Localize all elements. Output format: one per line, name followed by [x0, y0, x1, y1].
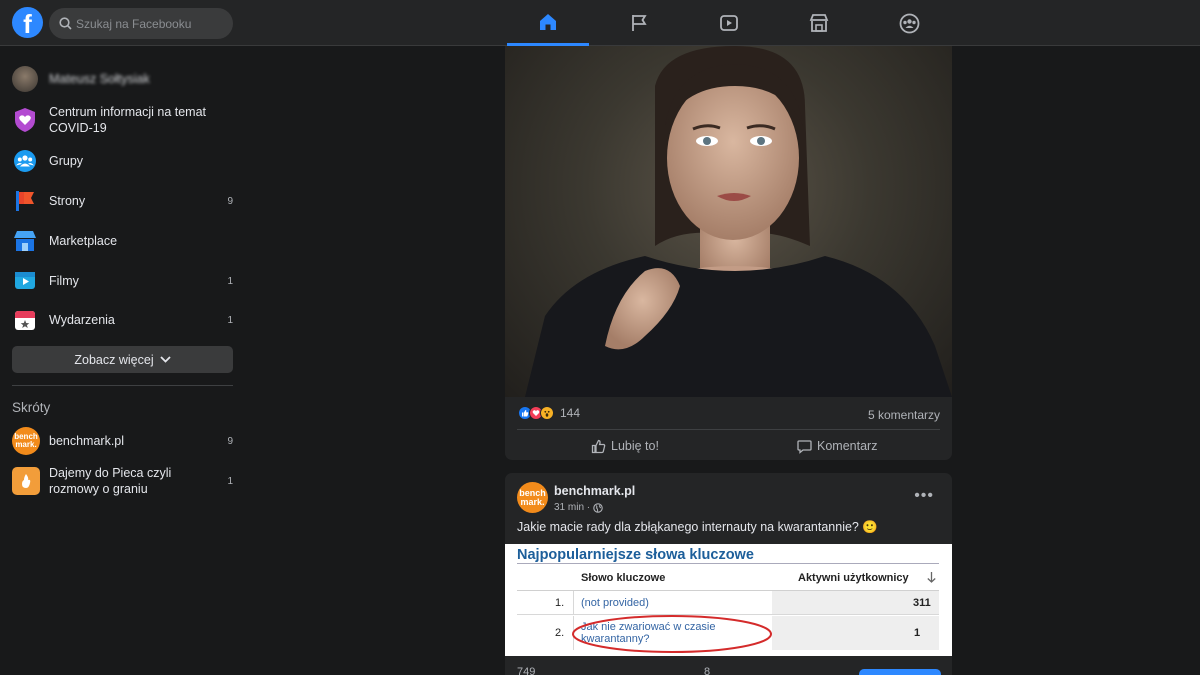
- shortcut-label: Dajemy do Pieca czyli rozmowy o graniu: [49, 466, 172, 496]
- sidebar-item-groups[interactable]: Grupy: [12, 148, 234, 174]
- globe-icon: [593, 502, 603, 513]
- table-row: 1. (not provided) 311: [517, 591, 939, 615]
- video-icon: [12, 268, 38, 294]
- flag-icon: [632, 15, 647, 31]
- notification-count: 1: [227, 275, 233, 287]
- divider: [517, 563, 939, 564]
- divider: [517, 429, 940, 430]
- post-author[interactable]: benchmark.pl: [554, 484, 635, 498]
- thumbs-up-icon: [591, 439, 606, 453]
- like-label: Lubię to!: [611, 439, 659, 453]
- comment-icon: [797, 439, 812, 454]
- marketplace-icon: [809, 14, 829, 32]
- groups-icon: [899, 13, 919, 33]
- watch-icon: [720, 15, 738, 31]
- comments-count-link[interactable]: 5 komentarzy: [868, 408, 940, 422]
- post-image-table[interactable]: Najpopularniejsze słowa kluczowe Słowo k…: [505, 544, 952, 656]
- reaction-count: 144: [560, 406, 581, 420]
- sidebar-item-label: Centrum informacji na temat COVID-19: [49, 105, 207, 135]
- notification-count: 9: [227, 435, 233, 447]
- top-navigation-bar: f: [0, 0, 1200, 46]
- avatar[interactable]: bench mark.: [517, 482, 548, 513]
- sidebar-item-profile[interactable]: Mateusz Sołtysiak: [12, 66, 234, 92]
- table-header: Słowo kluczowe Aktywni użytkownicy: [517, 565, 939, 591]
- row-number: 2.: [555, 627, 565, 639]
- profile-name: Mateusz Sołtysiak: [49, 72, 150, 86]
- sidebar-item-events[interactable]: Wydarzenia 1: [12, 307, 234, 333]
- table-title: Najpopularniejsze słowa kluczowe: [517, 547, 754, 563]
- sort-down-arrow-icon: [927, 565, 936, 590]
- notification-count: 1: [227, 314, 233, 326]
- shortcut-label: benchmark.pl: [49, 434, 125, 448]
- post-time[interactable]: 31 min ·: [554, 502, 590, 513]
- dajemy-do-pieca-avatar: [12, 467, 40, 495]
- calendar-icon: [12, 307, 38, 333]
- sidebar-item-videos[interactable]: Filmy 1: [12, 268, 234, 294]
- like-button[interactable]: Lubię to!: [591, 434, 659, 458]
- search-box[interactable]: [49, 8, 233, 39]
- tab-pages[interactable]: [598, 0, 680, 46]
- sidebar-item-label: Filmy: [49, 274, 79, 288]
- divider: [12, 385, 233, 386]
- users-value: 1: [914, 627, 921, 639]
- sidebar-item-label: Marketplace: [49, 234, 118, 248]
- footer-comment-count: 8: [704, 666, 711, 675]
- tab-watch[interactable]: [688, 0, 770, 46]
- row-number: 1.: [555, 596, 565, 609]
- wow-reaction-icon: [540, 406, 554, 420]
- users-value: 311: [913, 596, 931, 609]
- tab-home[interactable]: [507, 0, 589, 46]
- shop-icon: [12, 228, 38, 254]
- post-card: bench mark. benchmark.pl 31 min · ••• Jak…: [505, 473, 952, 675]
- post-text: Jakie macie rady dla zbłąkanego internau…: [517, 520, 878, 534]
- notification-count: 1: [227, 475, 233, 487]
- post-meta: 31 min ·: [554, 502, 603, 513]
- red-circle-annotation: [572, 615, 772, 653]
- more-options-icon[interactable]: •••: [914, 487, 934, 505]
- tab-groups[interactable]: [868, 0, 950, 46]
- sidebar-item-label: Grupy: [49, 154, 84, 168]
- keyword-link[interactable]: (not provided): [581, 591, 649, 614]
- sidebar-item-label: Wydarzenia: [49, 313, 115, 327]
- reactions-summary[interactable]: 144: [518, 406, 580, 420]
- column-header-keyword: Słowo kluczowe: [581, 571, 666, 584]
- column-header-users: Aktywni użytkownicy: [798, 571, 909, 584]
- sidebar-item-pages[interactable]: Strony 9: [12, 188, 234, 214]
- flag-icon: [12, 188, 38, 214]
- left-sidebar: Mateusz Sołtysiak Centrum informacji na …: [0, 46, 245, 675]
- sidebar-item-label: Strony: [49, 194, 86, 208]
- table-row: 2. Jak nie zwariować w czasie kwarantann…: [517, 615, 939, 653]
- home-icon: [540, 13, 556, 30]
- notification-count: 9: [227, 195, 233, 207]
- portrait-image: [525, 46, 952, 397]
- action-button[interactable]: [859, 669, 941, 675]
- shortcut-benchmark[interactable]: bench mark. benchmark.pl 9: [12, 427, 234, 455]
- shortcuts-heading: Skróty: [12, 400, 51, 415]
- facebook-logo[interactable]: f: [12, 7, 43, 38]
- tab-marketplace[interactable]: [778, 0, 860, 46]
- groups-icon: [12, 148, 38, 174]
- benchmark-avatar: bench mark.: [12, 427, 40, 455]
- comment-button[interactable]: Komentarz: [797, 434, 877, 458]
- search-icon: [59, 17, 72, 30]
- post-photo[interactable]: [505, 46, 952, 397]
- see-more-button[interactable]: Zobacz więcej: [12, 346, 233, 373]
- shortcut-dajemy-do-pieca[interactable]: Dajemy do Pieca czyli rozmowy o graniu 1: [12, 465, 234, 497]
- covid-heart-icon: [12, 107, 38, 133]
- chevron-down-icon: [159, 356, 171, 363]
- see-more-label: Zobacz więcej: [74, 352, 154, 367]
- search-input[interactable]: [76, 8, 226, 39]
- comment-label: Komentarz: [817, 439, 878, 453]
- footer-reaction-count: 749: [517, 666, 536, 675]
- avatar: [12, 66, 38, 92]
- sidebar-item-marketplace[interactable]: Marketplace: [12, 228, 234, 254]
- post-card: 144 5 komentarzy Lubię to! Komentarz: [505, 46, 952, 460]
- sidebar-item-covid[interactable]: Centrum informacji na temat COVID-19: [12, 104, 234, 136]
